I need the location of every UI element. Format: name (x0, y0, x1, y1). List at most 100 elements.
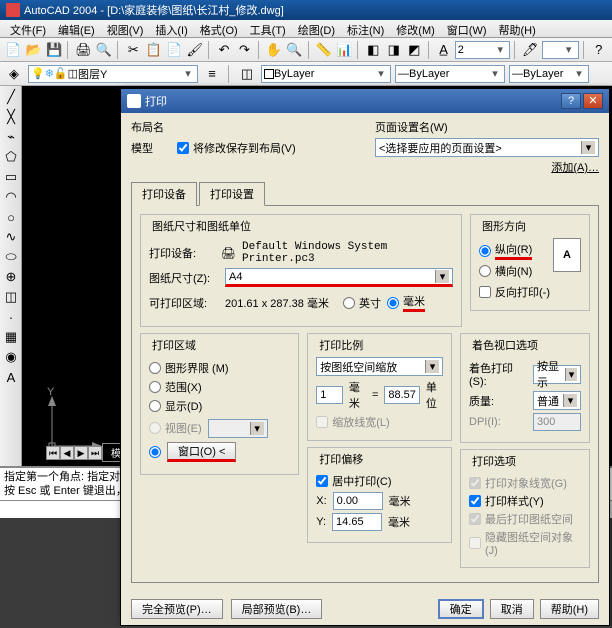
zoom-icon[interactable]: 🔍 (285, 40, 303, 60)
landscape-radio[interactable] (479, 265, 491, 277)
scale-select[interactable]: 按图纸空间缩放▾ (316, 357, 443, 376)
layermgr-icon[interactable]: ≡ (202, 64, 222, 84)
close-icon[interactable]: ✕ (583, 93, 603, 109)
dist-icon[interactable]: 📏 (314, 40, 332, 60)
tab-first-icon[interactable]: ⏮ (46, 446, 60, 460)
point-icon[interactable]: · (2, 308, 20, 326)
open-icon[interactable]: 📂 (24, 40, 42, 60)
cut-icon[interactable]: ✂ (124, 40, 142, 60)
add-page-setup-link[interactable]: 添加(A)… (375, 159, 599, 175)
menu-insert[interactable]: 插入(I) (149, 20, 193, 37)
size-label: 图纸尺寸(Z): (149, 270, 219, 286)
new-icon[interactable]: 📄 (4, 40, 22, 60)
menu-help[interactable]: 帮助(H) (493, 20, 542, 37)
pline-icon[interactable]: ⌁ (2, 128, 20, 146)
scale-num-input[interactable]: 1 (320, 389, 326, 401)
lineweight-icon[interactable]: A̲ (434, 40, 452, 60)
portrait-radio[interactable] (479, 245, 491, 257)
linetype-combo[interactable]: —ByLayer▾ (395, 65, 505, 83)
menu-draw[interactable]: 绘图(D) (292, 20, 341, 37)
menu-view[interactable]: 视图(V) (101, 20, 150, 37)
area-window-radio[interactable] (149, 446, 161, 458)
offset-y-input[interactable]: 14.65 (336, 516, 364, 528)
save-icon[interactable]: 💾 (45, 40, 63, 60)
print-icon[interactable]: 🖨 (74, 40, 93, 60)
area-limits-radio[interactable] (149, 362, 161, 374)
undo-icon[interactable]: ↶ (215, 40, 233, 60)
unit-inch-radio[interactable] (343, 297, 355, 309)
line-icon[interactable]: ╱ (2, 88, 20, 106)
lineweight-combo[interactable]: 2▾ (455, 41, 510, 59)
quality-select[interactable]: 普通▾ (533, 391, 581, 410)
page-setup-select[interactable]: <选择要应用的页面设置>▾ (375, 138, 599, 157)
rect-icon[interactable]: ▭ (2, 168, 20, 186)
layer-icon[interactable]: ◈ (4, 64, 24, 84)
printable-label: 可打印区域: (149, 295, 219, 311)
window-button[interactable]: 窗口(O) < (167, 442, 236, 462)
tab-print-settings[interactable]: 打印设置 (199, 182, 265, 206)
ellipse-icon[interactable]: ⬭ (2, 248, 20, 266)
offset-x-input[interactable]: 0.00 (337, 495, 358, 507)
lw-combo[interactable]: —ByLayer▾ (509, 65, 589, 83)
shade-select[interactable]: 按显示▾ (533, 365, 581, 384)
shade-legend: 着色视口选项 (469, 337, 541, 353)
help-icon[interactable]: ? (589, 40, 607, 60)
layer-combo[interactable]: 💡❄🔓◫ 图层Y ▾ (28, 65, 198, 83)
opt-plotstyle-checkbox[interactable] (469, 495, 481, 507)
arc-icon[interactable]: ◠ (2, 188, 20, 206)
copy-icon[interactable]: 📋 (145, 40, 163, 60)
tab-print-device[interactable]: 打印设备 (131, 182, 197, 206)
draw-toolbar: ╱ ╳ ⌁ ⬠ ▭ ◠ ○ ∿ ⬭ ⊕ ◫ · ▦ ◉ A (0, 86, 22, 466)
save-to-layout-checkbox[interactable] (177, 142, 189, 154)
paper-size-select[interactable]: A4▾ (225, 268, 453, 287)
area-view-select: ▾ (208, 419, 268, 438)
brush-icon[interactable]: 🖊 (521, 40, 540, 60)
menu-modify[interactable]: 修改(M) (390, 20, 441, 37)
help-button-icon[interactable]: ? (561, 93, 581, 109)
scale-unit-input[interactable]: 88.57 (388, 389, 416, 401)
cancel-button[interactable]: 取消 (490, 599, 534, 619)
paste-icon[interactable]: 📄 (165, 40, 183, 60)
menu-dim[interactable]: 标注(N) (341, 20, 390, 37)
color-icon[interactable]: ◫ (237, 64, 257, 84)
circle-icon[interactable]: ○ (2, 208, 20, 226)
polygon-icon[interactable]: ⬠ (2, 148, 20, 166)
insert-icon[interactable]: ⊕ (2, 268, 20, 286)
prop-icon[interactable]: 📊 (335, 40, 353, 60)
menubar: 文件(F) 编辑(E) 视图(V) 插入(I) 格式(O) 工具(T) 绘图(D… (0, 20, 612, 38)
tool1-icon[interactable]: ◧ (364, 40, 382, 60)
ok-button[interactable]: 确定 (438, 599, 484, 619)
menu-file[interactable]: 文件(F) (4, 20, 52, 37)
area-extents-radio[interactable] (149, 381, 161, 393)
menu-format[interactable]: 格式(O) (194, 20, 244, 37)
menu-tools[interactable]: 工具(T) (244, 20, 292, 37)
full-preview-button[interactable]: 完全预览(P)… (131, 599, 223, 619)
xline-icon[interactable]: ╳ (2, 108, 20, 126)
partial-preview-button[interactable]: 局部预览(B)… (231, 599, 323, 619)
center-print-checkbox[interactable] (316, 475, 328, 487)
match-icon[interactable]: 🖌 (185, 40, 204, 60)
color-combo[interactable]: ByLayer▾ (261, 65, 391, 83)
preview-icon[interactable]: 🔍 (95, 40, 113, 60)
region-icon[interactable]: ◉ (2, 348, 20, 366)
pan-icon[interactable]: ✋ (265, 40, 283, 60)
menu-window[interactable]: 窗口(W) (441, 20, 493, 37)
tab-prev-icon[interactable]: ◀ (60, 446, 74, 460)
reverse-print-checkbox[interactable] (479, 286, 491, 298)
block-icon[interactable]: ◫ (2, 288, 20, 306)
help-button[interactable]: 帮助(H) (540, 599, 599, 619)
tool2-icon[interactable]: ◨ (385, 40, 403, 60)
tab-next-icon[interactable]: ▶ (74, 446, 88, 460)
tab-last-icon[interactable]: ⏭ (88, 446, 102, 460)
tool3-icon[interactable]: ◩ (405, 40, 423, 60)
hatch-icon[interactable]: ▦ (2, 328, 20, 346)
redo-icon[interactable]: ↷ (235, 40, 253, 60)
menu-edit[interactable]: 编辑(E) (52, 20, 101, 37)
print-dialog: 打印 ? ✕ 布局名 模型 将修改保存到布局(V) 页面设置名(W) <选择要应… (120, 88, 610, 626)
area-display-radio[interactable] (149, 400, 161, 412)
spline-icon[interactable]: ∿ (2, 228, 20, 246)
text-icon[interactable]: A (2, 368, 20, 386)
style-combo[interactable]: ▾ (542, 41, 579, 59)
offset-group: 打印偏移 居中打印(C) X:0.00毫米 Y:14.65毫米 (307, 447, 452, 543)
unit-mm-radio[interactable] (387, 297, 399, 309)
